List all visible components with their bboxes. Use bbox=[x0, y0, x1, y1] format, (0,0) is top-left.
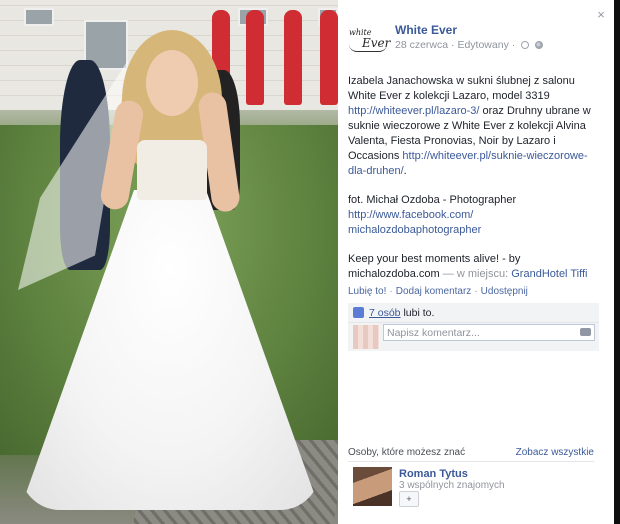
post-paragraph: Keep your best moments alive! - by micha… bbox=[348, 252, 598, 282]
post-photo[interactable] bbox=[0, 0, 338, 524]
likes-count-link[interactable]: 7 osób bbox=[369, 307, 401, 319]
post-actions: Lubię to! · Dodaj komentarz · Udostępnij bbox=[348, 286, 528, 297]
photographer-link-line2: michalozdobaphotographer bbox=[348, 224, 482, 236]
clock-icon bbox=[521, 41, 530, 50]
place-prefix: — w miejscu: bbox=[442, 268, 509, 280]
suggested-person: Roman Tytus 3 wspólnych znajomych + bbox=[353, 467, 593, 511]
red-parasol bbox=[284, 10, 302, 105]
add-friend-button[interactable]: + bbox=[399, 491, 419, 507]
likes-summary: 7 osób lubi to. bbox=[348, 303, 599, 323]
thumbs-up-icon bbox=[353, 307, 364, 318]
avatar bbox=[353, 325, 379, 349]
separator: · bbox=[389, 286, 393, 297]
post-date[interactable]: 28 czerwca bbox=[395, 39, 448, 51]
add-friend-icon: + bbox=[406, 494, 412, 504]
bride-face bbox=[146, 50, 198, 116]
see-all-link[interactable]: Zobacz wszystkie bbox=[516, 447, 594, 458]
post-header: white Ever White Ever 28 czerwca · Edyto… bbox=[347, 20, 597, 64]
lazaro-link[interactable]: http://whiteever.pl/lazaro-3/ bbox=[348, 105, 479, 117]
mutual-friends[interactable]: 3 wspólnych znajomych bbox=[399, 480, 505, 491]
page-name-link[interactable]: White Ever bbox=[395, 23, 457, 37]
red-parasol bbox=[320, 10, 338, 105]
globe-icon[interactable] bbox=[535, 41, 544, 50]
comment-composer bbox=[348, 323, 599, 351]
post-paragraph: Izabela Janachowska w sukni ślubnej z sa… bbox=[348, 74, 598, 179]
post-text-2-end: . bbox=[403, 165, 407, 177]
window-edge bbox=[614, 0, 620, 524]
post-paragraph: fot. Michał Ozdoba - Photographer http:/… bbox=[348, 193, 598, 238]
people-heading: Osoby, które możesz znać bbox=[348, 447, 466, 458]
page-logo[interactable]: white Ever bbox=[347, 20, 391, 62]
share-button[interactable]: Udostępnij bbox=[481, 286, 528, 297]
tagline: Keep your best moments alive! - by bbox=[348, 253, 521, 265]
photo-credit: fot. Michał Ozdoba - Photographer bbox=[348, 194, 517, 206]
likes-text: 7 osób lubi to. bbox=[369, 307, 434, 319]
divider bbox=[348, 461, 594, 462]
separator: · bbox=[474, 286, 478, 297]
camera-icon[interactable] bbox=[580, 328, 591, 336]
person-avatar[interactable] bbox=[353, 467, 392, 506]
post-text-1: Izabela Janachowska w sukni ślubnej z sa… bbox=[348, 75, 575, 102]
post-meta: 28 czerwca · Edytowany · bbox=[395, 39, 544, 51]
like-button[interactable]: Lubię to! bbox=[348, 286, 386, 297]
photographer-link[interactable]: http://www.facebook.com/michalozdobaphot… bbox=[348, 209, 481, 236]
edited-label[interactable]: Edytowany bbox=[457, 39, 508, 51]
tagline-site: michalozdoba.com bbox=[348, 268, 440, 280]
logo-text: Ever bbox=[362, 36, 391, 50]
post-sidebar: × white Ever White Ever 28 czerwca · Edy… bbox=[338, 0, 614, 524]
dress-bodice bbox=[137, 140, 207, 200]
people-you-may-know-header: Osoby, które możesz znać Zobacz wszystki… bbox=[348, 447, 594, 458]
place-link[interactable]: GrandHotel Tiffi bbox=[511, 268, 587, 280]
photographer-link-line1: http://www.facebook.com/ bbox=[348, 209, 474, 221]
likes-suffix: lubi to. bbox=[403, 307, 435, 319]
meta-dot: · bbox=[511, 39, 516, 51]
person-name-link[interactable]: Roman Tytus bbox=[399, 468, 468, 480]
red-parasol bbox=[246, 10, 264, 105]
comment-button[interactable]: Dodaj komentarz bbox=[396, 286, 472, 297]
comment-input[interactable] bbox=[383, 324, 595, 341]
post-text: Izabela Janachowska w sukni ślubnej z sa… bbox=[348, 74, 598, 296]
